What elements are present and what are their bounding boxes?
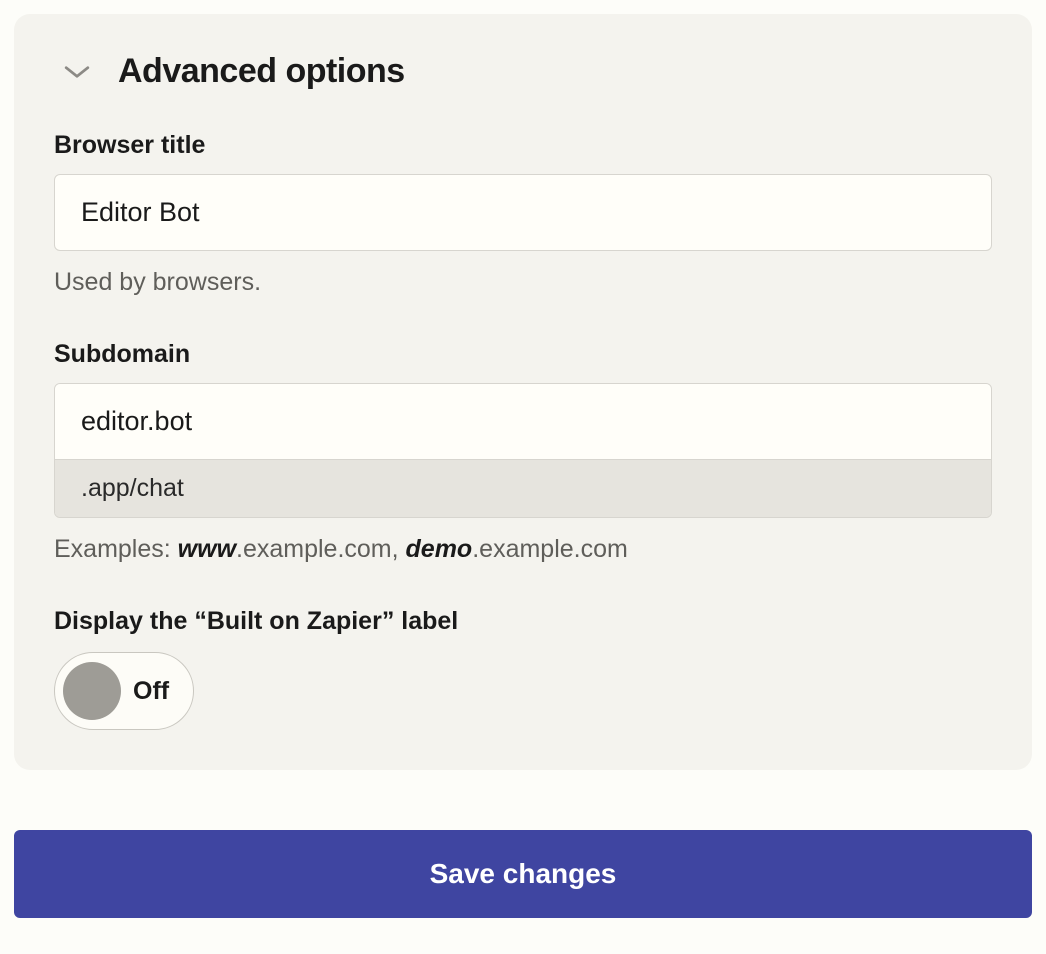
examples-mid-2: .example.com bbox=[472, 535, 628, 563]
built-on-zapier-label: Display the “Built on Zapier” label bbox=[54, 607, 992, 636]
browser-title-field: Browser title Used by browsers. bbox=[54, 131, 992, 300]
toggle-state-label: Off bbox=[133, 677, 169, 706]
save-changes-button[interactable]: Save changes bbox=[14, 830, 1032, 918]
built-on-zapier-toggle[interactable]: Off bbox=[54, 652, 194, 730]
section-title: Advanced options bbox=[118, 52, 405, 91]
built-on-zapier-field: Display the “Built on Zapier” label Off bbox=[54, 607, 992, 730]
subdomain-label: Subdomain bbox=[54, 340, 992, 369]
chevron-down-icon bbox=[64, 64, 90, 80]
subdomain-input-wrap: .app/chat bbox=[54, 383, 992, 518]
examples-bold-1: www bbox=[178, 535, 236, 563]
browser-title-helper: Used by browsers. bbox=[54, 265, 992, 300]
toggle-knob bbox=[63, 662, 121, 720]
toggle-row: Off bbox=[54, 652, 992, 730]
subdomain-input[interactable] bbox=[55, 384, 991, 459]
browser-title-input[interactable] bbox=[54, 174, 992, 251]
examples-bold-2: demo bbox=[406, 535, 473, 563]
subdomain-field: Subdomain .app/chat Examples: www.exampl… bbox=[54, 340, 992, 567]
subdomain-helper: Examples: www.example.com, demo.example.… bbox=[54, 532, 992, 567]
examples-prefix: Examples: bbox=[54, 535, 178, 563]
advanced-options-card: Advanced options Browser title Used by b… bbox=[14, 14, 1032, 770]
subdomain-suffix: .app/chat bbox=[55, 459, 991, 517]
examples-mid-1: .example.com, bbox=[236, 535, 406, 563]
section-header[interactable]: Advanced options bbox=[54, 52, 992, 91]
browser-title-label: Browser title bbox=[54, 131, 992, 160]
